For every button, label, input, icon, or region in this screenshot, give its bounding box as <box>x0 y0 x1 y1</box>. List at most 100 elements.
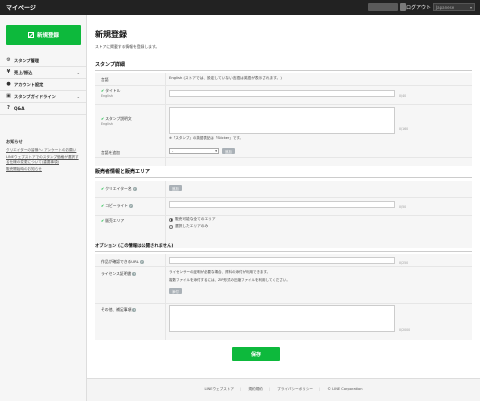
copyright-label-text: コピーライト <box>105 203 128 208</box>
help-icon[interactable]: ? <box>132 272 137 276</box>
url-label: 作品が確認できるURL? <box>101 259 144 265</box>
divider <box>95 197 472 198</box>
sidebar-item-account[interactable]: ● アカウント設定 <box>0 79 86 91</box>
question-icon: ? <box>7 105 10 111</box>
sidebar-item-qa[interactable]: ? Q&A <box>0 103 86 115</box>
copyright-input[interactable] <box>169 201 395 208</box>
add-creator-button[interactable]: 追加 <box>169 185 182 191</box>
money-icon: ¥ <box>6 69 11 75</box>
radio-label: 選択したエリアのみ <box>175 224 209 228</box>
new-registration-label: 新規登録 <box>36 33 59 39</box>
help-icon[interactable]: ? <box>132 308 137 312</box>
url-input[interactable] <box>169 257 395 264</box>
sidebar-item-label: 売上/振込 <box>14 69 33 75</box>
divider <box>165 73 166 166</box>
title-counter: 0/40 <box>399 94 407 98</box>
footer-separator: | <box>240 387 242 391</box>
creator-label-text: クリエイター名 <box>105 186 132 191</box>
divider <box>95 303 472 304</box>
sidebar-item-sales[interactable]: ¥ 売上/振込 ⌄ <box>0 67 86 79</box>
required-check-icon: ✔ <box>101 218 105 223</box>
username-display <box>368 3 398 11</box>
add-language-select[interactable]: - ▾ <box>169 148 219 154</box>
language-value: English (ストアでは、設定していない言語は英語が表示されます。) <box>169 76 282 80</box>
description-textarea[interactable] <box>169 107 395 134</box>
footer-separator: | <box>319 387 321 391</box>
sales-area-radio-selected[interactable]: 選択したエリアのみ <box>169 224 208 229</box>
language-select-value: Japanese <box>436 5 455 10</box>
page-title: 新規登録 <box>95 30 127 39</box>
top-bar: マイページ ログアウト Japanese ▾ <box>0 0 480 15</box>
sales-area-label-text: 販売エリア <box>105 218 125 223</box>
divider <box>95 215 472 216</box>
save-button[interactable]: 保存 <box>232 347 280 361</box>
section-title-options: オプション (この情報は公開されません) <box>95 244 174 249</box>
required-check-icon: ✔ <box>101 203 105 208</box>
required-check-icon: ✔ <box>101 116 105 121</box>
radio-selected <box>169 217 173 222</box>
divider <box>95 177 472 178</box>
new-registration-button[interactable]: 新規登録 <box>6 25 81 45</box>
sales-area-label: ✔販売エリア <box>101 218 124 224</box>
sales-area-radio-all[interactable]: 販売可能な全てのエリア <box>169 217 216 222</box>
url-counter: 0/250 <box>399 261 409 265</box>
sidebar-item-label: アカウント設定 <box>14 81 44 87</box>
required-check-icon: ✔ <box>101 186 105 191</box>
memo-counter: 0/2000 <box>399 328 411 332</box>
chevron-down-icon: ▾ <box>469 5 472 10</box>
footer-link-store[interactable]: LINEウェブストア <box>204 387 234 391</box>
title-input[interactable] <box>169 90 395 97</box>
add-language-button[interactable]: 追加 <box>222 148 235 154</box>
copyright-counter: 0/50 <box>399 205 407 209</box>
footer-link-privacy[interactable]: プライバシーポリシー <box>277 387 313 391</box>
page-description: ストアに掲載する情報を登録します。 <box>95 44 160 49</box>
edit-icon <box>27 32 34 38</box>
book-icon: ▣ <box>6 93 11 99</box>
chevron-down-icon: ⌄ <box>76 94 80 99</box>
notice-link[interactable]: クリエイターの皆様へ: アンケートのお願い <box>6 148 82 153</box>
description-counter: 0/160 <box>399 127 409 131</box>
divider <box>95 104 472 105</box>
language-label: 言語 <box>101 77 109 82</box>
attach-file-button[interactable]: 添付 <box>169 288 182 294</box>
sidebar-item-label: スタンプ管理 <box>14 57 39 63</box>
notice-link[interactable]: LINEウェブストアでのスタンプ価格が選択する仕様の変更について(重要事項) <box>6 155 82 165</box>
divider <box>95 251 472 252</box>
memo-textarea[interactable] <box>169 305 395 332</box>
divider <box>95 85 472 86</box>
main-content: 新規登録 ストアに掲載する情報を登録します。 スタンプ詳細 言語 English… <box>87 15 480 378</box>
sidebar-item-stamp-management[interactable]: ⚙ スタンプ管理 <box>0 55 86 67</box>
footer-links: LINEウェブストア | 規約規約 | プライバシーポリシー | © LINE Cor… <box>87 387 480 392</box>
license-note-2: 複数ファイルを添付するには、ZIP形式の圧縮ファイルを利用してください。 <box>169 278 290 282</box>
logout-link[interactable]: ログアウト <box>406 4 431 11</box>
section-title-sales: 販売者情報と販売エリア <box>95 169 151 175</box>
license-label-text: ライセンス証明書 <box>101 271 132 276</box>
footer: LINEウェブストア | 規約規約 | プライバシーポリシー | © LINE Cor… <box>87 378 480 401</box>
radio-label: 販売可能な全てのエリア <box>175 217 216 221</box>
help-icon[interactable]: ? <box>132 187 137 191</box>
description-label-text: スタンプ説明文 <box>105 116 132 121</box>
page-header-title: マイページ <box>6 5 36 12</box>
language-select[interactable]: Japanese ▾ <box>433 3 475 11</box>
sidebar-nav: ⚙ スタンプ管理 ¥ 売上/振込 ⌄ ● アカウント設定 ▣ スタンプガイドライ… <box>0 55 86 115</box>
notice-section: お知らせ クリエイターの皆様へ: アンケートのお願い LINEウェブストアでのス… <box>6 139 82 174</box>
divider <box>95 266 472 267</box>
chevron-down-icon: ⌄ <box>76 70 80 75</box>
help-icon[interactable]: ? <box>128 204 133 208</box>
section-title-stamp: スタンプ詳細 <box>95 62 125 68</box>
footer-separator: | <box>268 387 270 391</box>
license-note-1: ライセンサーの証明が必要な場合、資料の添付が利用できます。 <box>169 270 271 274</box>
help-icon[interactable]: ? <box>139 260 144 264</box>
memo-label: その他、補足事項? <box>101 307 137 313</box>
add-language-select-value: - <box>172 149 174 153</box>
copyright-label: ✔コピーライト? <box>101 203 133 209</box>
chevron-down-icon: ▾ <box>215 149 217 153</box>
sidebar-item-guidelines[interactable]: ▣ スタンプガイドライン ⌄ <box>0 91 86 103</box>
title-sublabel: English <box>101 94 113 98</box>
footer-copyright: © LINE Corporation <box>327 387 363 391</box>
license-label: ライセンス証明書? <box>101 271 137 277</box>
title-label-text: タイトル <box>105 88 121 93</box>
footer-link-terms[interactable]: 規約規約 <box>248 387 262 391</box>
notice-link[interactable]: 販売開始時のお知らせ <box>6 167 82 172</box>
sidebar: 新規登録 ⚙ スタンプ管理 ¥ 売上/振込 ⌄ ● アカウント設定 ▣ スタンプ… <box>0 15 87 401</box>
